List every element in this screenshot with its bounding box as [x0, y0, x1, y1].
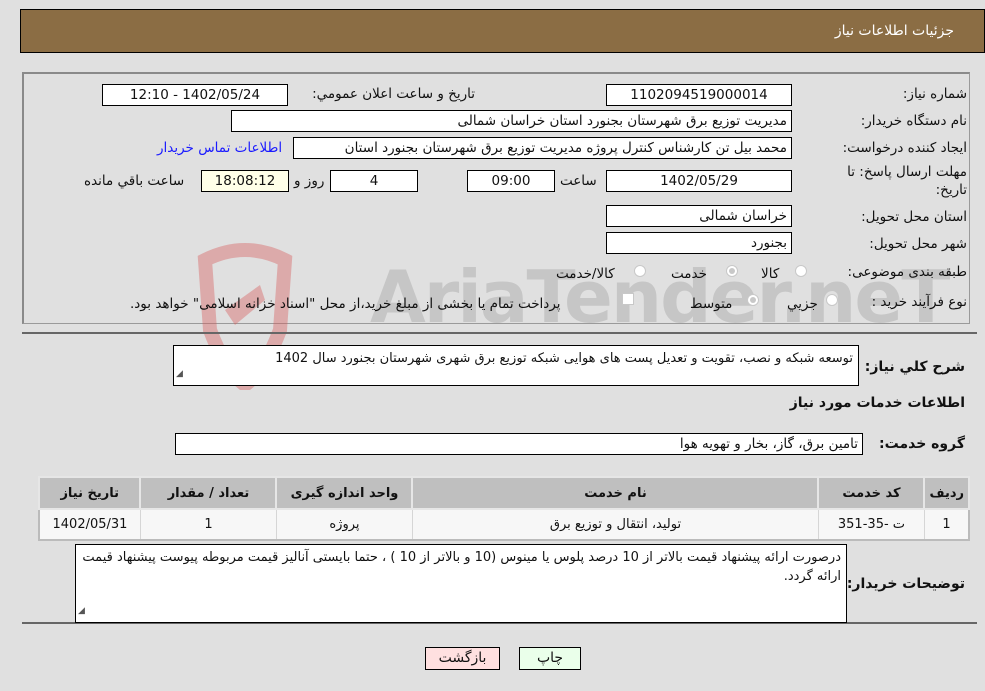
service-group-field: تامین برق، گاز، بخار و تهویه هوا [175, 433, 863, 455]
remaining-days-field: 4 [330, 170, 418, 192]
category-service-label: خدمت [671, 266, 707, 282]
buyer-notes-textarea[interactable]: درصورت ارائه پیشنهاد قیمت بالاتر از 10 د… [75, 544, 847, 623]
purchase-type-minor-radio[interactable] [826, 294, 838, 306]
resize-grip-icon[interactable]: ◢ [78, 602, 85, 621]
service-group-label: گروه خدمت: [879, 436, 965, 452]
buyer-org-label: نام دستگاه خریدار: [860, 113, 967, 129]
buyer-org-field: مدیریت توزیع برق شهرستان بجنورد استان خر… [231, 110, 792, 132]
delivery-city-field: بجنورد [606, 232, 792, 254]
treasury-note: پرداخت تمام یا بخشی از مبلغ خرید،از محل … [130, 296, 561, 312]
remaining-time-field: 18:08:12 [201, 170, 289, 192]
summary-textarea[interactable]: توسعه شبکه و نصب، تقویت و تعدیل پست های … [173, 345, 859, 386]
category-label: طبقه بندی موضوعی: [847, 264, 967, 280]
print-button[interactable]: چاپ [519, 647, 581, 670]
buyer-contact-link[interactable]: اطلاعات تماس خریدار [157, 140, 282, 156]
resize-grip-icon[interactable]: ◢ [176, 365, 183, 384]
table-header-row: ردیف کد خدمت نام خدمت واحد اندازه گیری ت… [37, 476, 970, 510]
deadline-time-field: 09:00 [467, 170, 555, 192]
buyer-notes-label: توضیحات خریدار: [846, 576, 965, 592]
purchase-type-minor-label: جزيي [787, 296, 818, 312]
requester-label: ایجاد کننده درخواست: [842, 140, 967, 156]
purchase-type-label: نوع فرآیند خرید : [871, 294, 967, 310]
need-number-label: شماره نیاز: [902, 86, 967, 102]
deadline-date-field: 1402/05/29 [606, 170, 792, 192]
page-header: جزئیات اطلاعات نیاز [20, 9, 985, 53]
cell-need-date: 1402/05/31 [38, 508, 141, 541]
category-goods-service-radio[interactable] [634, 265, 646, 277]
delivery-province-label: استان محل تحویل: [861, 209, 967, 225]
deadline-label: مهلت ارسال پاسخ: تا [847, 164, 967, 180]
announce-datetime-label: تاریخ و ساعت اعلان عمومي: [312, 86, 475, 102]
col-header-row-number: ردیف [923, 476, 970, 510]
deadline-time-label: ساعت [560, 173, 597, 189]
remaining-days-label: روز و [294, 173, 325, 189]
col-header-service-name: نام خدمت [411, 476, 820, 510]
category-goods-radio[interactable] [795, 265, 807, 277]
remaining-time-label: ساعت باقي مانده [84, 173, 185, 189]
col-header-unit: واحد اندازه گیری [275, 476, 414, 510]
services-section-title: اطلاعات خدمات مورد نیاز [789, 395, 965, 411]
category-goods-service-label: کالا/خدمت [556, 266, 615, 282]
page-title: جزئیات اطلاعات نیاز [834, 23, 954, 39]
services-table: ردیف کد خدمت نام خدمت واحد اندازه گیری ت… [37, 476, 970, 541]
delivery-city-label: شهر محل تحویل: [869, 236, 967, 252]
summary-label: شرح كلي نياز: [864, 359, 965, 375]
summary-text: توسعه شبکه و نصب، تقویت و تعدیل پست های … [275, 351, 853, 366]
purchase-type-medium-radio[interactable] [747, 294, 759, 306]
deadline-label-line2: تاریخ: [935, 182, 967, 198]
table-row: 1 ت -35-351 تولید، انتقال و توزیع برق پر… [38, 508, 970, 541]
buyer-notes-text: درصورت ارائه پیشنهاد قیمت بالاتر از 10 د… [82, 550, 841, 584]
col-header-need-date: تاریخ نیاز [37, 476, 142, 510]
category-goods-label: کالا [761, 266, 780, 282]
requester-field: محمد بیل تن کارشناس کنترل پروژه مدیریت ت… [293, 137, 792, 159]
cell-row-number: 1 [923, 508, 970, 541]
cell-service-code: ت -35-351 [817, 508, 925, 541]
announce-datetime-field: 1402/05/24 - 12:10 [102, 84, 288, 106]
cell-unit: پروژه [275, 508, 413, 541]
back-button[interactable]: بازگشت [425, 647, 500, 670]
cell-quantity: 1 [139, 508, 277, 541]
col-header-service-code: کد خدمت [817, 476, 926, 510]
treasury-checkbox[interactable] [622, 293, 634, 305]
need-number-field: 1102094519000014 [606, 84, 792, 106]
delivery-province-field: خراسان شمالی [606, 205, 792, 227]
cell-service-name: تولید، انتقال و توزیع برق [411, 508, 819, 541]
purchase-type-medium-label: متوسط [690, 296, 733, 312]
category-service-radio[interactable] [726, 265, 738, 277]
col-header-quantity: تعداد / مقدار [139, 476, 278, 510]
